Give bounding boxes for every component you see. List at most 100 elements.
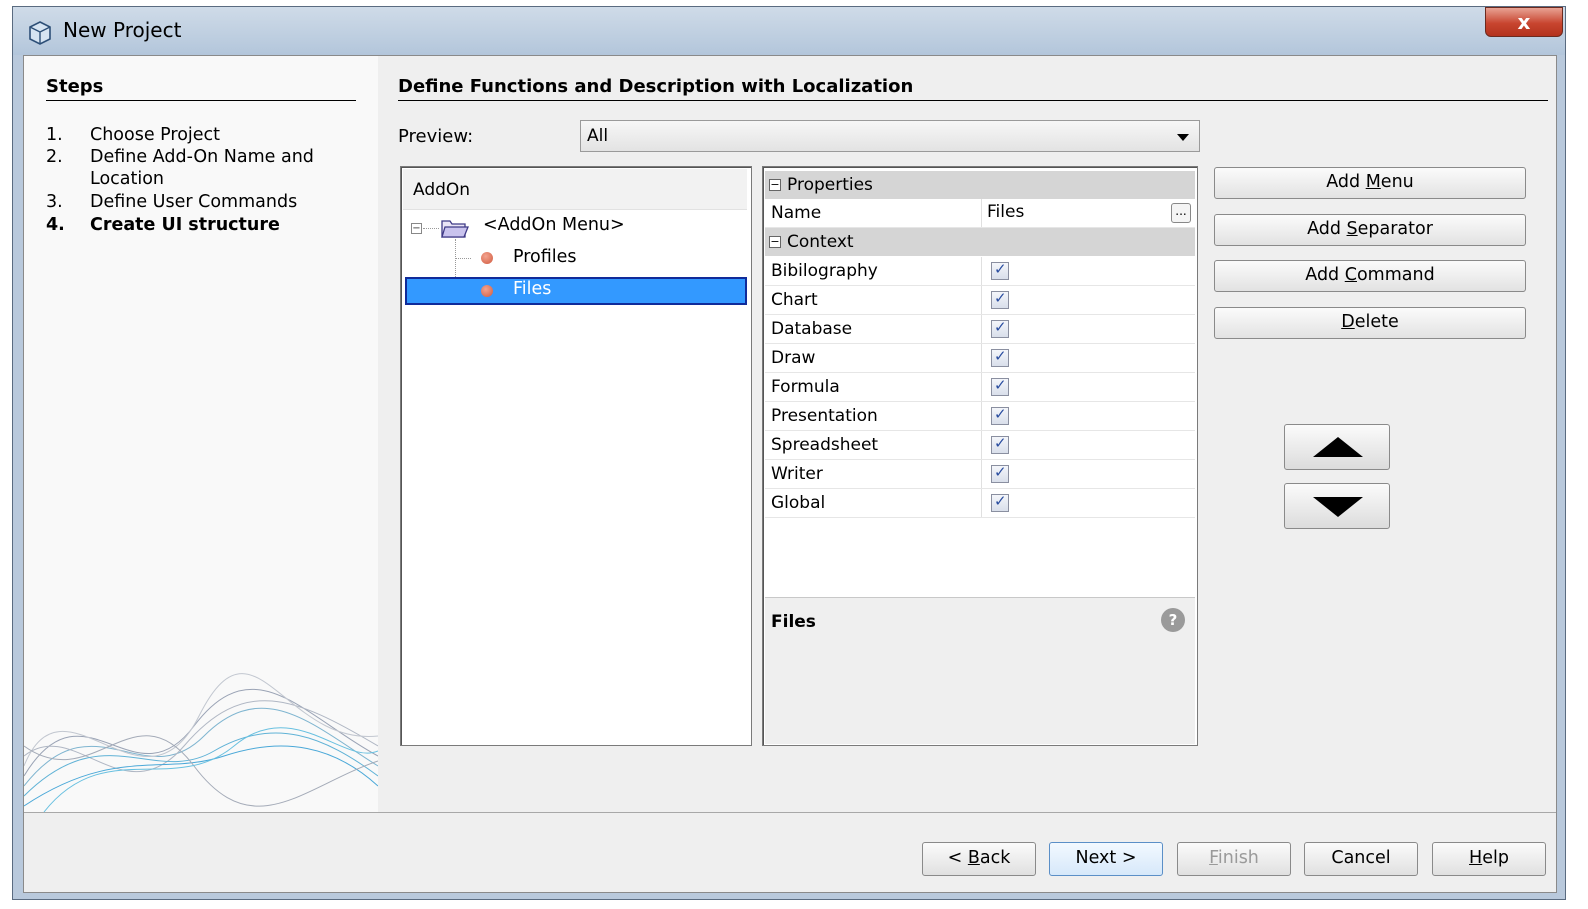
mnemonic-letter: S xyxy=(1346,219,1358,239)
column-separator xyxy=(981,199,982,227)
open-folder-icon xyxy=(441,220,469,238)
netbeans-cube-icon xyxy=(29,21,51,45)
move-up-button[interactable] xyxy=(1284,424,1390,470)
menu-item-bullet-icon xyxy=(481,252,493,264)
context-row: Chart xyxy=(765,286,1195,315)
arrow-up-icon xyxy=(1313,437,1363,457)
context-label: Chart xyxy=(771,290,818,310)
context-checkbox[interactable] xyxy=(991,260,1009,280)
button-label-part: enu xyxy=(1380,172,1414,192)
context-category[interactable]: − Context xyxy=(765,228,1195,256)
tree-node-label: Files xyxy=(513,279,552,299)
new-project-dialog: New Project x Steps 1. Choose Project 2.… xyxy=(12,6,1566,900)
step-label: Define User Commands xyxy=(90,192,298,212)
close-button[interactable]: x xyxy=(1485,7,1563,37)
tree-guide-line xyxy=(455,258,471,259)
page-title: Define Functions and Description with Lo… xyxy=(398,76,914,97)
dialog-body: Steps 1. Choose Project 2. Define Add-On… xyxy=(23,55,1557,893)
button-label-part: < xyxy=(947,848,968,868)
steps-panel: Steps 1. Choose Project 2. Define Add-On… xyxy=(24,56,378,812)
title-divider xyxy=(398,100,1548,101)
context-label: Presentation xyxy=(771,406,878,426)
help-icon[interactable]: ? xyxy=(1161,608,1185,632)
context-checkbox[interactable] xyxy=(991,318,1009,338)
button-label-part: ack xyxy=(979,848,1011,868)
context-row: Global xyxy=(765,489,1195,518)
context-label: Database xyxy=(771,319,853,339)
collapse-icon[interactable]: − xyxy=(769,236,781,248)
context-label: Spreadsheet xyxy=(771,435,879,455)
column-separator xyxy=(981,373,982,401)
finish-button[interactable]: Finish xyxy=(1177,842,1291,876)
move-down-button[interactable] xyxy=(1284,483,1390,529)
button-label-part: Add xyxy=(1326,172,1366,192)
step-label: Choose Project xyxy=(90,125,221,145)
column-separator xyxy=(981,286,982,314)
preview-selected-value: All xyxy=(587,126,609,146)
ellipsis-button[interactable]: ... xyxy=(1171,203,1191,223)
next-button[interactable]: Next > xyxy=(1049,842,1163,876)
addon-tree[interactable]: AddOn − <AddOn Menu> Profiles Files xyxy=(400,166,752,746)
context-row: Presentation xyxy=(765,402,1195,431)
context-checkbox[interactable] xyxy=(991,376,1009,396)
context-checkbox[interactable] xyxy=(991,405,1009,425)
step-label: Create UI structure xyxy=(90,215,280,235)
context-checkbox[interactable] xyxy=(991,289,1009,309)
button-label-part: elete xyxy=(1354,312,1399,332)
tree-node-addon-menu[interactable]: <AddOn Menu> xyxy=(483,215,625,245)
tree-node-files[interactable]: Files xyxy=(513,279,551,309)
mnemonic-letter: M xyxy=(1365,172,1381,192)
mnemonic-letter: D xyxy=(1341,312,1355,332)
property-description-pane: Files ? xyxy=(765,597,1195,744)
mnemonic-letter: H xyxy=(1469,848,1483,868)
property-value[interactable]: Files xyxy=(987,202,1024,222)
column-separator xyxy=(981,344,982,372)
decorative-waves-image xyxy=(24,673,378,812)
add-separator-button[interactable]: Add Separator xyxy=(1214,214,1526,246)
button-label-part: ommand xyxy=(1356,265,1435,285)
back-button[interactable]: < Back xyxy=(922,842,1036,876)
context-label: Bibilography xyxy=(771,261,878,281)
chevron-down-icon xyxy=(1177,134,1189,141)
tree-node-label: Profiles xyxy=(513,247,577,267)
cancel-button[interactable]: Cancel xyxy=(1304,842,1418,876)
category-label: Properties xyxy=(787,175,873,195)
property-sheet[interactable]: − Properties Name Files ... − Context Bi… xyxy=(762,166,1198,746)
context-row: Writer xyxy=(765,460,1195,489)
help-button[interactable]: Help xyxy=(1432,842,1546,876)
context-row: Database xyxy=(765,315,1195,344)
menu-item-bullet-icon xyxy=(481,285,493,297)
properties-category[interactable]: − Properties xyxy=(765,171,1195,199)
context-checkbox[interactable] xyxy=(991,492,1009,512)
title-bar[interactable]: New Project x xyxy=(13,7,1565,55)
context-checkbox[interactable] xyxy=(991,434,1009,454)
tree-node-files-selected[interactable] xyxy=(405,277,747,305)
context-label: Formula xyxy=(771,377,840,397)
column-separator xyxy=(981,402,982,430)
step-number: 2. xyxy=(46,147,63,167)
context-checkbox[interactable] xyxy=(991,347,1009,367)
category-label: Context xyxy=(787,232,854,252)
column-separator xyxy=(981,257,982,285)
add-menu-button[interactable]: Add Menu xyxy=(1214,167,1526,199)
collapse-toggle-icon[interactable]: − xyxy=(411,223,422,234)
property-row-name[interactable]: Name Files ... xyxy=(765,199,1195,228)
delete-button[interactable]: Delete xyxy=(1214,307,1526,339)
button-label-part: Add xyxy=(1305,265,1345,285)
context-row: Bibilography xyxy=(765,257,1195,286)
arrow-down-icon xyxy=(1313,497,1363,517)
step-number: 3. xyxy=(46,192,63,212)
property-key: Name xyxy=(771,203,822,223)
context-checkbox[interactable] xyxy=(991,463,1009,483)
tree-node-profiles[interactable]: Profiles xyxy=(513,247,577,277)
context-row: Spreadsheet xyxy=(765,431,1195,460)
context-label: Writer xyxy=(771,464,823,484)
step-number: 4. xyxy=(46,215,65,235)
collapse-icon[interactable]: − xyxy=(769,179,781,191)
add-command-button[interactable]: Add Command xyxy=(1214,260,1526,292)
button-label-part: Add xyxy=(1307,219,1347,239)
button-label-part: eparator xyxy=(1357,219,1433,239)
description-title: Files xyxy=(771,612,816,632)
tree-guide-line xyxy=(423,228,439,229)
preview-dropdown[interactable]: All xyxy=(580,120,1200,152)
